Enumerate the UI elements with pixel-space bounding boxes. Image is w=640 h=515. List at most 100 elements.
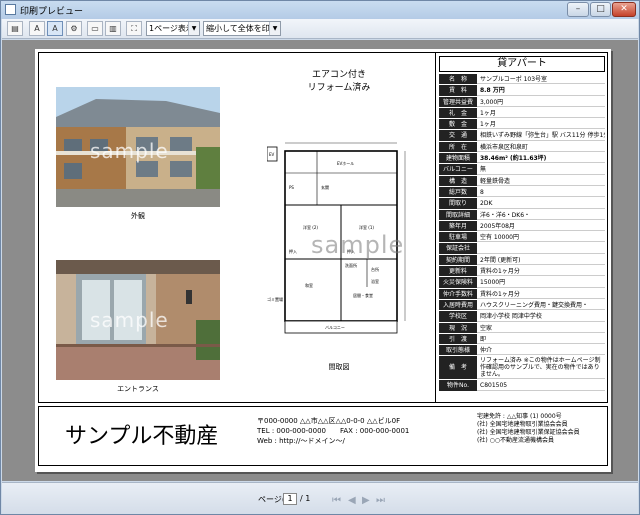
app-icon — [5, 4, 16, 15]
detail-label: 所 在 — [439, 141, 477, 153]
detail-row: 取引態様 仲介 — [439, 345, 605, 357]
zoom-fit-icon[interactable]: A — [29, 21, 45, 36]
print-icon[interactable]: ▤ — [7, 21, 23, 36]
detail-value: 無 — [477, 164, 605, 175]
page-setup-icon[interactable]: ▭ — [87, 21, 103, 36]
header-footer-icon[interactable]: ▥ — [105, 21, 121, 36]
plan-label-balcony: バルコニー — [325, 325, 345, 330]
detail-label: バルコニー — [439, 164, 477, 175]
preview-area[interactable]: sample 外観 sample エントランス エアコン付き リフォーム済み E… — [2, 40, 638, 481]
detail-row: 備 考リフォーム済み ※この物件はホームページ制作確認用のサンプルで、実在の物件… — [439, 356, 605, 381]
detail-row: 交 通相鉄いずみ野線「弥生台」駅 バス11分 停歩1分 — [439, 130, 605, 142]
detail-label: 駐車場 — [439, 232, 477, 243]
page-number-input[interactable]: 1 — [283, 493, 297, 505]
detail-row: 間取詳細 洋6・洋6・DK6・ — [439, 209, 605, 221]
plan-label-ps: PS — [289, 185, 294, 190]
detail-value: 相鉄いずみ野線「弥生台」駅 バス11分 停歩1分 — [477, 130, 605, 141]
detail-value — [477, 243, 605, 254]
maximize-button[interactable]: □ — [590, 2, 611, 17]
company-address: 〒000-0000 △△市△△区△△0-0-0 △△ビル0F TEL : 000… — [257, 416, 409, 446]
first-page-icon[interactable]: ⏮ — [332, 495, 341, 506]
detail-value: 岡津小学校 岡津中学校 — [477, 311, 605, 322]
detail-label: 引 渡 — [439, 333, 477, 345]
listing-heading: 貸アパート — [439, 56, 605, 72]
detail-value: リフォーム済み ※この物件はホームページ制作確認用のサンプルで、実在の物件ではあ… — [477, 356, 605, 380]
detail-row: 引 渡即 — [439, 333, 605, 346]
plan-label-room1: 洋室 (1) — [359, 224, 374, 230]
detail-label: 備 考 — [439, 356, 477, 380]
plan-title-line1: エアコン付き — [311, 70, 366, 80]
preview-window: 印刷プレビュー – □ ✕ ▤ A A ⚙ ▭ ▥ ⛶ 1ページ表示 ▼ 縮小し… — [0, 0, 640, 515]
prev-page-icon[interactable]: ◀ — [348, 495, 356, 506]
web-line: Web : http://～ドメイン～/ — [257, 437, 345, 445]
detail-row: 賃 料 8.8 万円 — [439, 85, 605, 97]
detail-row: 契約期間 2年間 (更新可) — [439, 254, 605, 267]
full-screen-icon[interactable]: ⛶ — [126, 21, 142, 36]
detail-label: 入居時費用 — [439, 299, 477, 311]
detail-label: 物件No. — [439, 380, 477, 391]
column-divider — [435, 53, 436, 402]
detail-value: 軽量鉄骨造 — [477, 176, 605, 186]
plan-label-room2: 洋室 (2) — [303, 224, 318, 230]
detail-label: 火災保険料 — [439, 277, 477, 288]
detail-label: 交 通 — [439, 130, 477, 141]
detail-value: 2005年08月 — [477, 221, 605, 232]
detail-value: 洋6・洋6・DK6・ — [477, 210, 605, 220]
detail-row: 礼 金 1ヶ月 — [439, 107, 605, 120]
detail-row: 火災保険料 15000円 — [439, 277, 605, 289]
settings-icon[interactable]: ⚙ — [66, 21, 82, 36]
exterior-caption: 外観 — [131, 212, 145, 220]
close-button[interactable]: ✕ — [612, 2, 636, 17]
plan-caption: 間取図 — [328, 363, 350, 371]
detail-label: 間取り — [439, 198, 477, 209]
toolbar: ▤ A A ⚙ ▭ ▥ ⛶ 1ページ表示 ▼ 縮小して全体を印刷する ▼ — [2, 19, 638, 39]
detail-row: 入居時費用 ハウスクリーニング費用・鍵交換費用・ — [439, 299, 605, 312]
detail-label: 現 況 — [439, 322, 477, 333]
detail-value: ハウスクリーニング費用・鍵交換費用・ — [477, 300, 605, 311]
detail-row: 構 造軽量鉄骨造 — [439, 175, 605, 187]
license-info: 宅建免許 : △△知事 (1) 0000号 (社) 全国宅地建物取引業協会会員 … — [477, 413, 580, 445]
plan-label-bath: 浴室 — [371, 278, 379, 284]
detail-row: 更新料 賃料の1ヶ月分 — [439, 266, 605, 278]
plan-label-washitsu: 和室 — [305, 282, 313, 288]
plan-label-closet-a: 押入 — [289, 248, 297, 254]
plan-label-ev: EV — [269, 152, 275, 157]
association-line: (社) 全国宅地建物取引業協会会員 — [477, 421, 568, 428]
listing-frame: sample 外観 sample エントランス エアコン付き リフォーム済み E… — [38, 52, 608, 403]
detail-label: 名 称 — [439, 74, 477, 85]
detail-label: 管理共益費 — [439, 96, 477, 107]
minimize-button[interactable]: – — [567, 2, 589, 17]
detail-row: 現 況空家 — [439, 322, 605, 334]
page-total: / 1 — [300, 494, 311, 503]
company-footer: サンプル不動産 〒000-0000 △△市△△区△△0-0-0 △△ビル0F T… — [38, 406, 608, 466]
plan-title-line2: リフォーム済み — [307, 83, 371, 93]
detail-value: サンプルコーポ 103号室 — [477, 74, 605, 85]
print-page: sample 外観 sample エントランス エアコン付き リフォーム済み E… — [35, 49, 611, 472]
detail-label: 契約期間 — [439, 254, 477, 266]
detail-value: 38.46m² (約11.63坪) — [477, 153, 605, 164]
detail-row: 築年月 2005年08月 — [439, 220, 605, 233]
detail-value: 賃料の1ヶ月分 — [477, 266, 605, 277]
exterior-photo: sample — [56, 87, 220, 207]
plan-label-kitchen: 台所 — [371, 266, 379, 272]
phone-line: TEL : 000-000-0000 FAX : 000-000-0001 — [257, 427, 410, 435]
detail-row: 敷 金 1ヶ月 — [439, 119, 605, 131]
detail-row: 所 在横浜市泉区和泉町 — [439, 141, 605, 154]
scale-select[interactable]: 縮小して全体を印刷する ▼ — [203, 21, 281, 36]
detail-value: 仲介 — [477, 345, 605, 356]
title-bar: 印刷プレビュー – □ ✕ — [1, 1, 639, 19]
detail-value: 8 — [477, 187, 605, 198]
detail-label: 総戸数 — [439, 186, 477, 198]
next-page-icon[interactable]: ▶ — [362, 495, 370, 506]
detail-row: 建物面積 38.46m² (約11.63坪) — [439, 153, 605, 165]
zoom-width-icon[interactable]: A — [47, 21, 63, 36]
detail-row: 間取り 2DK — [439, 198, 605, 210]
entrance-caption: エントランス — [117, 385, 159, 393]
detail-label: 間取詳細 — [439, 209, 477, 220]
detail-label: 更新料 — [439, 266, 477, 277]
status-bar: ページ(A) 1 / 1 ⏮ ◀ ▶ ⏭ — [2, 482, 638, 514]
last-page-icon[interactable]: ⏭ — [376, 495, 385, 506]
floor-plan: EV EVホール 玄関 PS 洋室 (2) 洋室 (1) 押入 押入 和室 居間… — [267, 137, 419, 345]
detail-value: 空家 — [477, 323, 605, 333]
page-view-select[interactable]: 1ページ表示 ▼ — [146, 21, 200, 36]
